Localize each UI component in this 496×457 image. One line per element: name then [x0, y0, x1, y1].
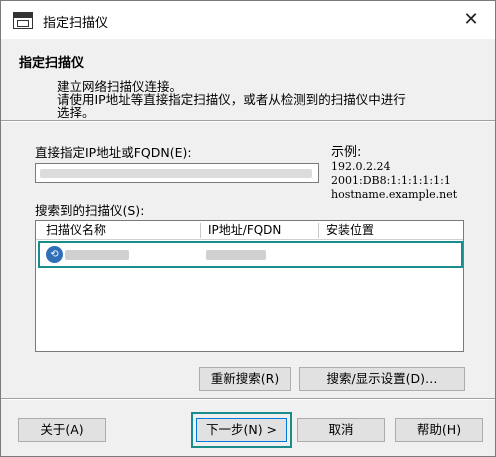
- window-title: 指定扫描仪: [43, 16, 109, 31]
- scanner-ip-redacted: [206, 250, 266, 260]
- column-divider[interactable]: [318, 223, 319, 238]
- column-header-location[interactable]: 安装位置: [320, 222, 460, 239]
- footer-divider: [1, 398, 495, 400]
- scanner-list[interactable]: 扫描仪名称 IP地址/FQDN 安装位置 ⟲: [35, 220, 464, 352]
- column-header-ip[interactable]: IP地址/FQDN: [202, 222, 318, 239]
- address-input[interactable]: [35, 163, 319, 183]
- scanner-name-redacted: [65, 250, 129, 260]
- research-button[interactable]: 重新搜索(R): [199, 367, 291, 391]
- header-title: 指定扫描仪: [19, 56, 85, 71]
- scanner-list-header: 扫描仪名称 IP地址/FQDN 安装位置: [36, 221, 463, 240]
- search-display-settings-button[interactable]: 搜索/显示设置(D)…: [299, 367, 465, 391]
- column-divider[interactable]: [200, 223, 201, 238]
- example-title: 示例:: [331, 145, 362, 160]
- column-header-name[interactable]: 扫描仪名称: [40, 222, 200, 239]
- found-scanners-label: 搜索到的扫描仪(S):: [35, 203, 145, 218]
- example-list: 192.0.2.24 2001:DB8:1:1:1:1:1:1 hostname…: [331, 160, 457, 202]
- scanner-list-row[interactable]: ⟲: [38, 241, 463, 268]
- title-bar: 指定扫描仪 ✕: [1, 1, 495, 39]
- next-button[interactable]: 下一步(N) >: [196, 418, 287, 442]
- help-button[interactable]: 帮助(H): [395, 418, 483, 442]
- specify-scanner-dialog: 指定扫描仪 ✕ 指定扫描仪 建立网络扫描仪连接。 请使用IP地址等直接指定扫描仪…: [0, 0, 496, 457]
- header-desc-line: 请使用IP地址等直接指定扫描仪，或者从检测到的扫描仪中进行: [57, 92, 406, 107]
- address-label: 直接指定IP地址或FQDN(E):: [35, 145, 192, 160]
- address-redacted: [40, 169, 312, 178]
- header-desc-line: 选择。: [57, 105, 95, 120]
- header-description: 建立网络扫描仪连接。 请使用IP地址等直接指定扫描仪，或者从检测到的扫描仪中进行…: [57, 80, 477, 119]
- about-button[interactable]: 关于(A): [18, 418, 106, 442]
- example-line: 2001:DB8:1:1:1:1:1:1: [331, 174, 451, 187]
- network-scanner-icon: ⟲: [46, 246, 63, 263]
- dialog-header: 指定扫描仪 建立网络扫描仪连接。 请使用IP地址等直接指定扫描仪，或者从检测到的…: [1, 39, 495, 120]
- close-button[interactable]: ✕: [459, 9, 483, 31]
- example-line: hostname.example.net: [331, 188, 458, 201]
- header-divider: [1, 120, 495, 122]
- scanner-app-icon: [13, 12, 33, 29]
- example-line: 192.0.2.24: [331, 160, 391, 173]
- cancel-button[interactable]: 取消: [297, 418, 385, 442]
